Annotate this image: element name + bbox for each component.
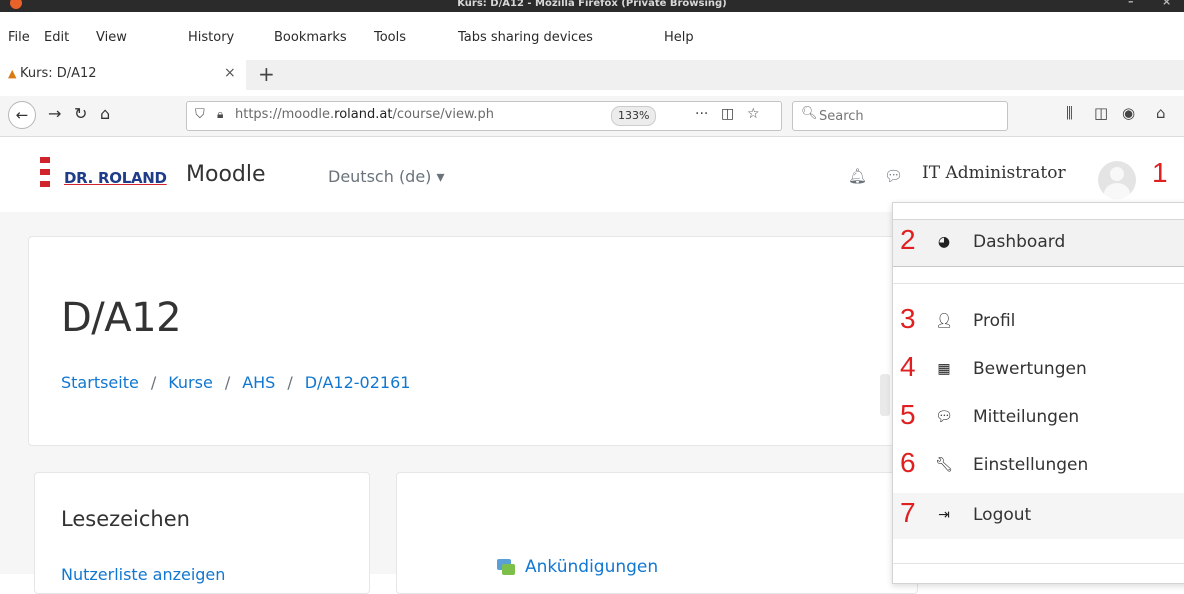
course-content: Ankündigungen xyxy=(396,472,918,594)
menu-item-bewertungen[interactable]: ▦ Bewertungen xyxy=(893,347,1184,393)
breadcrumb-ahs[interactable]: AHS xyxy=(242,373,275,392)
url-bar[interactable]: ⛉ 🔒︎ https://moodle.roland.at/course/vie… xyxy=(186,101,782,131)
minimize-icon[interactable]: – xyxy=(1128,0,1134,7)
forum-link-announcements[interactable]: Ankündigungen xyxy=(525,557,658,577)
logo-brand: DR. ROLAND xyxy=(64,169,167,187)
menu-item-label: Einstellungen xyxy=(973,455,1089,475)
block-title: Lesezeichen xyxy=(61,507,190,531)
menu-view[interactable]: View xyxy=(96,30,127,45)
menu-divider xyxy=(893,283,1184,284)
reload-button[interactable]: ↻ xyxy=(74,104,87,123)
breadcrumb: Startseite / Kurse / AHS / D/A12-02161 xyxy=(61,373,411,392)
breadcrumb-startseite[interactable]: Startseite xyxy=(61,373,139,392)
notifications-bell-icon[interactable]: 🔔︎ xyxy=(848,167,867,185)
search-icon: 🔍︎ xyxy=(801,106,818,121)
annotation-number-4: 4 xyxy=(900,351,916,382)
menu-history[interactable]: History xyxy=(188,30,234,45)
course-header-card: D/A12 Startseite / Kurse / AHS / D/A12-02161 xyxy=(28,236,922,446)
breadcrumb-course[interactable]: D/A12-02161 xyxy=(305,373,411,392)
wrench-icon: 🔧︎ xyxy=(935,457,953,473)
menu-help[interactable]: Help xyxy=(664,30,694,45)
menu-tabs-sharing-devices[interactable]: Tabs sharing devices xyxy=(458,30,593,45)
site-name[interactable]: Moodle xyxy=(186,162,266,187)
search-bar[interactable]: 🔍︎ xyxy=(792,101,1008,131)
chat-icon: 💬︎ xyxy=(935,409,953,425)
menu-divider xyxy=(893,563,1184,564)
url-text[interactable]: https://moodle.roland.at/course/view.ph xyxy=(235,107,621,122)
sidebar-icon[interactable]: ◫ xyxy=(1094,104,1108,122)
close-window-icon[interactable]: × xyxy=(1162,0,1171,7)
menu-item-profil[interactable]: 👤︎ Profil xyxy=(893,299,1184,345)
tracking-shield-icon[interactable]: ⛉ xyxy=(195,107,205,122)
bookmarks-block: Lesezeichen Nutzerliste anzeigen xyxy=(34,472,370,594)
user-icon: 👤︎ xyxy=(935,313,953,329)
lock-icon[interactable]: 🔒︎ xyxy=(217,107,223,122)
dashboard-icon: ◕ xyxy=(937,234,951,250)
messages-icon[interactable]: 💬︎ xyxy=(884,167,903,185)
navigation-toolbar: ← → ↻ ⌂ ⛉ 🔒︎ https://moodle.roland.at/co… xyxy=(0,96,1184,137)
window-titlebar: Kurs: D/A12 - Mozilla Firefox (Private B… xyxy=(0,0,1184,12)
pocket-icon[interactable]: ◫ xyxy=(721,106,734,122)
tab-close-icon[interactable]: × xyxy=(224,65,236,81)
user-menu-dropdown: ◕ Dashboard 👤︎ Profil ▦ Bewertungen 💬︎ M… xyxy=(892,202,1184,584)
menu-bookmarks[interactable]: Bookmarks xyxy=(274,30,347,45)
tab-kurs[interactable]: ▲ Kurs: D/A12 × xyxy=(0,60,246,90)
search-input[interactable] xyxy=(817,105,1001,127)
library-icon[interactable]: ⫼ xyxy=(1066,104,1073,122)
page-actions-icon[interactable]: ··· xyxy=(695,106,708,122)
window-title: Kurs: D/A12 - Mozilla Firefox (Private B… xyxy=(457,0,727,9)
forum-icon xyxy=(497,559,515,575)
back-button[interactable]: ← xyxy=(8,101,36,129)
menubar: File Edit View History Bookmarks Tools T… xyxy=(0,30,1184,52)
language-selector[interactable]: Deutsch (de) ▾ xyxy=(328,167,445,186)
menu-file[interactable]: File xyxy=(8,30,30,45)
user-name[interactable]: IT Administrator xyxy=(922,163,1066,183)
annotation-number-1: 1 xyxy=(1152,157,1168,188)
annotation-number-5: 5 xyxy=(900,399,916,430)
firefox-logo-icon xyxy=(10,0,22,9)
menu-tools[interactable]: Tools xyxy=(374,30,406,45)
block-link[interactable]: Nutzerliste anzeigen xyxy=(61,565,225,584)
menu-item-label: Logout xyxy=(973,505,1032,525)
menu-item-logout[interactable]: ⇥ Logout xyxy=(893,493,1184,539)
site-logo[interactable]: DR. ROLAND xyxy=(36,157,176,197)
bookmark-star-icon[interactable]: ☆ xyxy=(747,106,760,122)
avatar[interactable] xyxy=(1098,161,1136,199)
settings-cog-edge[interactable] xyxy=(880,374,890,416)
new-tab-button[interactable]: + xyxy=(258,62,275,86)
menu-item-einstellungen[interactable]: 🔧︎ Einstellungen xyxy=(893,443,1184,489)
menu-edit[interactable]: Edit xyxy=(44,30,69,45)
annotation-number-3: 3 xyxy=(900,303,916,334)
zoom-level[interactable]: 133% xyxy=(611,106,657,126)
menu-item-label: Bewertungen xyxy=(973,359,1087,379)
annotation-number-7: 7 xyxy=(900,497,916,528)
menu-item-label: Profil xyxy=(973,311,1016,331)
annotation-number-2: 2 xyxy=(900,224,916,255)
annotation-number-6: 6 xyxy=(900,447,916,478)
home-button[interactable]: ⌂ xyxy=(100,104,110,123)
moodle-header: DR. ROLAND Moodle Deutsch (de) ▾ 🔔︎ 💬︎ I… xyxy=(0,137,1184,212)
menu-item-dashboard[interactable]: ◕ Dashboard xyxy=(893,219,1184,267)
grades-table-icon: ▦ xyxy=(937,361,951,377)
lighthouse-icon xyxy=(40,157,50,187)
menu-item-label: Mitteilungen xyxy=(973,407,1080,427)
private-browsing-icon[interactable]: ◉ xyxy=(1122,104,1135,122)
menu-item-label: Dashboard xyxy=(973,232,1066,252)
breadcrumb-kurse[interactable]: Kurse xyxy=(168,373,213,392)
sign-out-icon: ⇥ xyxy=(938,507,950,523)
page-title: D/A12 xyxy=(61,295,182,341)
tab-bar: ▲ Kurs: D/A12 × + xyxy=(0,60,1184,90)
tab-title: Kurs: D/A12 xyxy=(20,66,97,81)
extension-icon[interactable]: ⌂ xyxy=(1156,104,1166,122)
menu-item-mitteilungen[interactable]: 💬︎ Mitteilungen xyxy=(893,395,1184,441)
forward-button[interactable]: → xyxy=(48,104,61,123)
moodle-favicon-icon: ▲ xyxy=(8,67,17,80)
